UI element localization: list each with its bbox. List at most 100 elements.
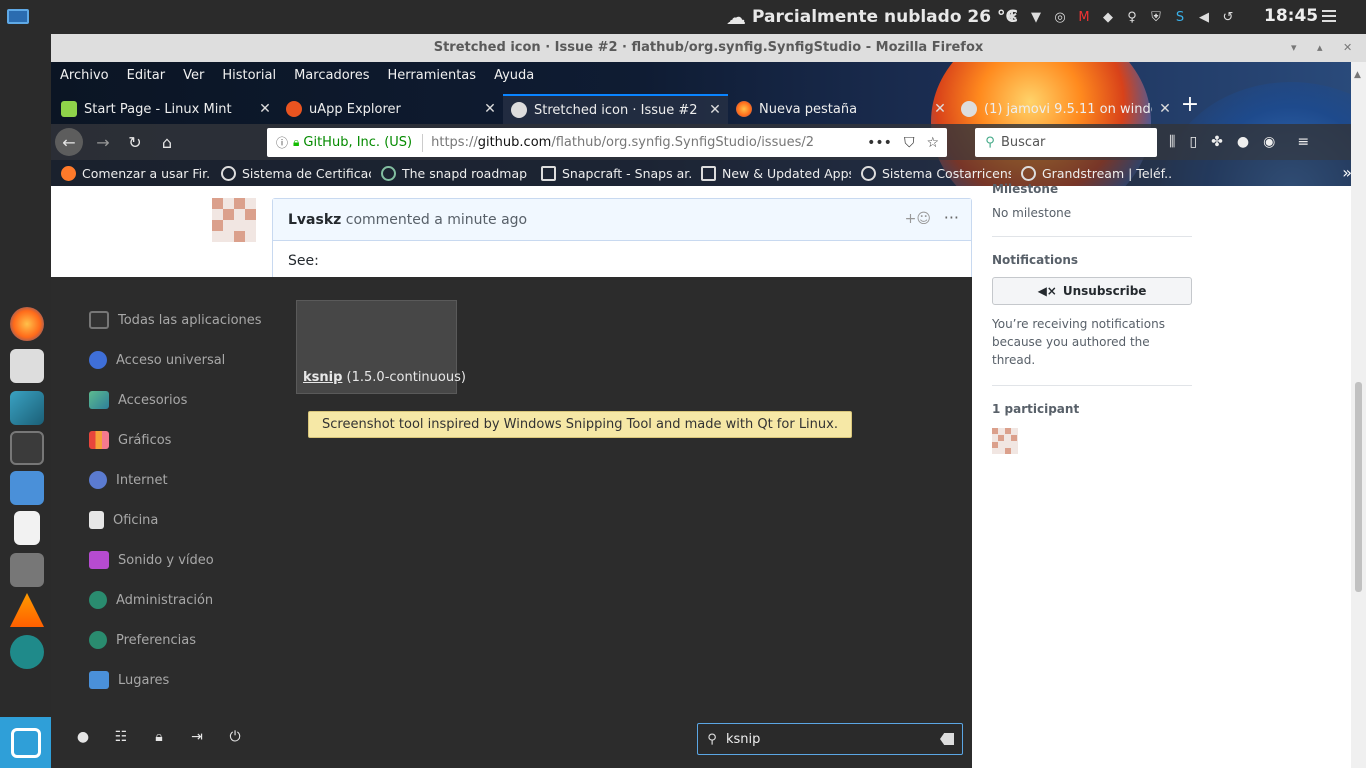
bookmark-item[interactable]: New & Updated Apps... bbox=[691, 165, 851, 181]
menu-editar[interactable]: Editar bbox=[118, 62, 175, 90]
category-accessories[interactable]: Accesorios bbox=[89, 388, 187, 412]
close-tab-icon[interactable]: ✕ bbox=[477, 101, 503, 117]
scroll-up-icon[interactable]: ▲ bbox=[1354, 70, 1361, 80]
category-graphics[interactable]: Gráficos bbox=[89, 428, 171, 452]
app-search-input[interactable]: ⚲ ksnip bbox=[697, 723, 963, 755]
maximize-icon[interactable]: ▴ bbox=[1317, 34, 1323, 62]
show-desktop-icon[interactable] bbox=[4, 6, 30, 28]
reload-button[interactable]: ↻ bbox=[121, 128, 149, 156]
hamburger-icon[interactable] bbox=[1322, 10, 1336, 24]
clear-search-icon[interactable] bbox=[940, 733, 954, 745]
lock-icon[interactable]: 🔒︎ bbox=[151, 729, 167, 745]
more-options-icon[interactable]: ··· bbox=[944, 208, 959, 227]
sidebar-icon[interactable]: ▯ bbox=[1189, 134, 1197, 150]
menu-archivo[interactable]: Archivo bbox=[51, 62, 118, 90]
tux-icon[interactable]: ◆ bbox=[1100, 9, 1116, 25]
tab-start-page[interactable]: Start Page - Linux Mint ✕ bbox=[53, 94, 278, 124]
bookmark-item[interactable]: Snapcraft - Snaps ar... bbox=[531, 165, 691, 181]
extension2-icon[interactable]: ● bbox=[1237, 134, 1249, 150]
tab-uapp-explorer[interactable]: uApp Explorer ✕ bbox=[278, 94, 503, 124]
info-icon[interactable]: ⓘ bbox=[271, 134, 293, 151]
home-button[interactable]: ⌂ bbox=[153, 128, 181, 156]
library-icon[interactable]: ⫼ bbox=[1169, 134, 1175, 150]
scrollbar[interactable]: ▲ bbox=[1351, 62, 1366, 768]
close-tab-icon[interactable]: ✕ bbox=[252, 101, 278, 117]
bookmark-star-icon[interactable]: ☆ bbox=[926, 135, 939, 151]
page-actions-icon[interactable]: ••• bbox=[867, 135, 892, 151]
firefox-icon[interactable] bbox=[10, 307, 44, 341]
bookmark-item[interactable]: Comenzar a usar Fir... bbox=[51, 165, 211, 181]
mail-icon[interactable]: M bbox=[1076, 9, 1092, 25]
menu-herramientas[interactable]: Herramientas bbox=[379, 62, 486, 90]
shield-icon[interactable]: ⛨ bbox=[1148, 9, 1164, 25]
bookmark-item[interactable]: The snapd roadmap -... bbox=[371, 165, 531, 181]
extension3-icon[interactable]: ◉ bbox=[1263, 134, 1275, 150]
logout-icon[interactable]: ⇥ bbox=[189, 729, 205, 745]
category-internet[interactable]: Internet bbox=[89, 468, 168, 492]
snapcraft-icon[interactable] bbox=[10, 391, 44, 425]
close-tab-icon[interactable]: ✕ bbox=[702, 102, 728, 118]
unsubscribe-button[interactable]: ◀× Unsubscribe bbox=[992, 277, 1192, 305]
menu-ver[interactable]: Ver bbox=[174, 62, 213, 90]
bookmark-item[interactable]: Grandstream | Teléf... bbox=[1011, 165, 1171, 181]
clock[interactable]: 18:45 bbox=[1264, 6, 1318, 26]
pocket-icon[interactable]: ⛉ bbox=[904, 135, 915, 151]
category-sound-video[interactable]: Sonido y vídeo bbox=[89, 548, 214, 572]
tab-stretched-icon[interactable]: Stretched icon · Issue #2 · flat ✕ bbox=[503, 94, 728, 124]
menu-ayuda[interactable]: Ayuda bbox=[485, 62, 543, 90]
grandstream-icon bbox=[1021, 165, 1036, 181]
window-titlebar[interactable]: Stretched icon · Issue #2 · flathub/org.… bbox=[51, 34, 1366, 62]
close-icon[interactable]: ✕ bbox=[1343, 34, 1352, 62]
mint-menu-button[interactable] bbox=[0, 717, 51, 768]
forward-button[interactable]: → bbox=[89, 128, 117, 156]
user-icon[interactable]: ● bbox=[75, 729, 91, 745]
update-icon[interactable]: ↺ bbox=[1220, 9, 1236, 25]
back-button[interactable]: ← bbox=[55, 128, 83, 156]
category-preferences[interactable]: Preferencias bbox=[89, 628, 196, 652]
category-places[interactable]: Lugares bbox=[89, 668, 169, 692]
vlc-icon[interactable] bbox=[10, 593, 44, 627]
bookmark-item[interactable]: Sistema de Certificac... bbox=[211, 165, 371, 181]
weather-applet[interactable]: ☁ Parcialmente nublado 26 °C bbox=[726, 5, 1018, 29]
search-icon: ⚲ bbox=[707, 731, 717, 747]
new-tab-button[interactable]: + bbox=[1179, 92, 1201, 118]
add-reaction-icon[interactable]: +☺ bbox=[905, 211, 931, 227]
category-office[interactable]: Oficina bbox=[89, 508, 158, 532]
text-editor-icon[interactable] bbox=[14, 511, 40, 545]
terminal-icon[interactable] bbox=[10, 431, 44, 465]
minimize-icon[interactable]: ▾ bbox=[1291, 34, 1297, 62]
mute-icon: ◀× bbox=[1037, 284, 1057, 298]
bluetooth-icon[interactable]: ✱ bbox=[1004, 9, 1020, 25]
software-manager-icon[interactable] bbox=[10, 349, 44, 383]
extension-icon[interactable]: ✤ bbox=[1211, 134, 1223, 150]
menu-marcadores[interactable]: Marcadores bbox=[285, 62, 378, 90]
close-tab-icon[interactable]: ✕ bbox=[927, 101, 953, 117]
search-bar[interactable]: ⚲ Buscar bbox=[975, 128, 1157, 157]
avatar[interactable] bbox=[212, 198, 256, 242]
lightbulb-icon[interactable]: ♀ bbox=[1124, 9, 1140, 25]
files-icon[interactable] bbox=[10, 471, 44, 505]
search-result-ksnip[interactable]: ksnip (1.5.0-continuous) bbox=[296, 300, 466, 394]
menu-historial[interactable]: Historial bbox=[213, 62, 285, 90]
url-bar[interactable]: ⓘ 🔒︎ GitHub, Inc. (US) https://github.co… bbox=[267, 128, 947, 157]
volume-icon[interactable]: ◀ bbox=[1196, 9, 1212, 25]
category-administration[interactable]: Administración bbox=[89, 588, 213, 612]
power-icon[interactable]: ⏻ bbox=[227, 729, 243, 745]
timeshift-icon[interactable]: ◎ bbox=[1052, 9, 1068, 25]
comment-author[interactable]: Lvaskz bbox=[288, 212, 341, 228]
notifications-label: Notifications bbox=[992, 253, 1079, 267]
participant-avatar[interactable] bbox=[992, 428, 1018, 454]
open-menu-icon[interactable]: ≡ bbox=[1297, 134, 1309, 150]
category-all-apps[interactable]: Todas las aplicaciones bbox=[89, 308, 262, 332]
bookmark-item[interactable]: Sistema Costarricens... bbox=[851, 165, 1011, 181]
wifi-icon[interactable]: ▼ bbox=[1028, 9, 1044, 25]
calculator-icon[interactable] bbox=[10, 553, 44, 587]
app-icon[interactable] bbox=[10, 635, 44, 669]
category-accessibility[interactable]: Acceso universal bbox=[89, 348, 225, 372]
tab-new-tab[interactable]: Nueva pestaña ✕ bbox=[728, 94, 953, 124]
skype-icon[interactable]: S bbox=[1172, 9, 1188, 25]
tab-jamovi[interactable]: (1) jamovi 9.5.11 on windows ✕ bbox=[953, 94, 1178, 124]
close-tab-icon[interactable]: ✕ bbox=[1152, 101, 1178, 117]
scrollbar-thumb[interactable] bbox=[1355, 382, 1362, 592]
settings-icon[interactable]: ☷ bbox=[113, 729, 129, 745]
